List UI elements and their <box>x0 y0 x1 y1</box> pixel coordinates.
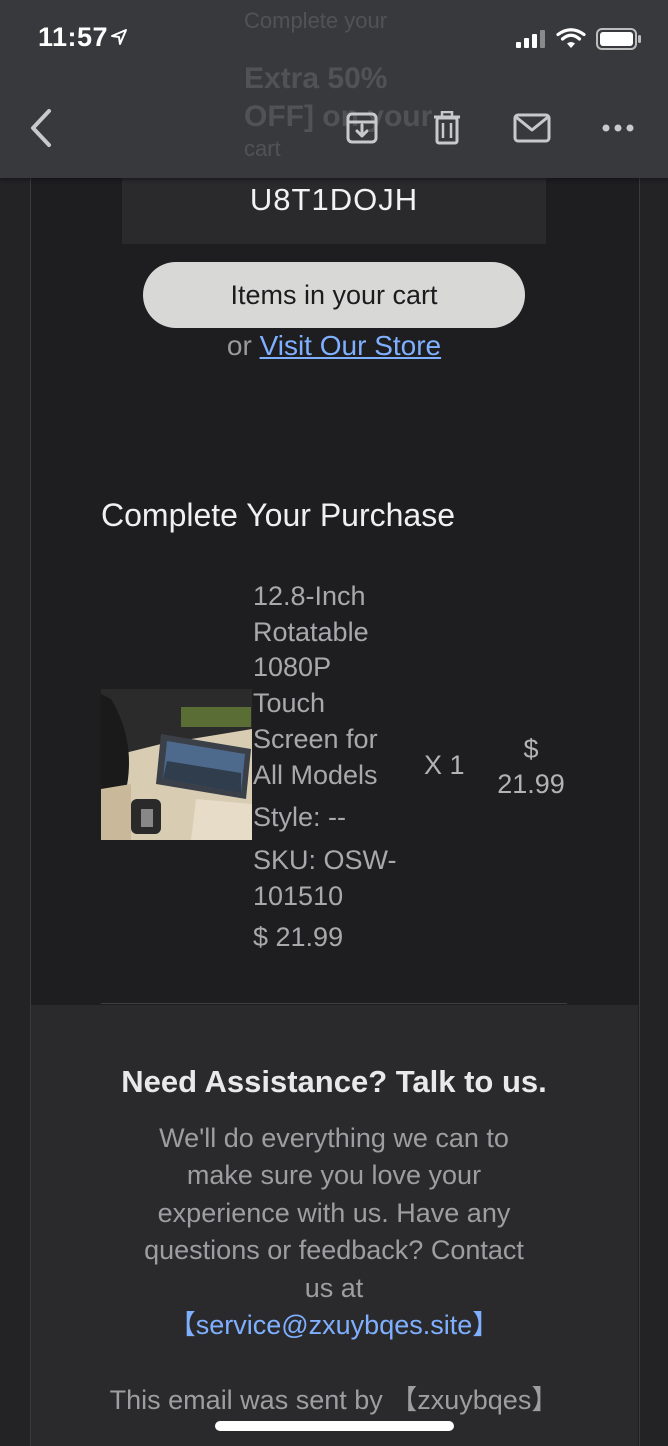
store-link-row: or Visit Our Store <box>0 330 668 362</box>
divider <box>101 1003 567 1004</box>
sent-by-text: This email was sent by 【zxuybqes】 <box>109 1385 559 1415</box>
battery-icon <box>596 28 641 50</box>
assistance-line: experience with us. Have any <box>157 1197 511 1228</box>
product-quantity: X 1 <box>424 750 465 780</box>
product-name[interactable]: 12.8-Inch Rotatable 1080P Touch Screen f… <box>253 579 423 793</box>
product-style: Style: -- <box>253 802 347 832</box>
ghost-subject-line: Extra 50% <box>244 62 388 95</box>
wifi-icon <box>556 28 586 48</box>
price-value: 21.99 <box>497 769 565 799</box>
product-unit-price: $ 21.99 <box>253 922 344 952</box>
more-options-button[interactable] <box>596 106 640 150</box>
product-image[interactable] <box>101 689 252 840</box>
assistance-line: questions or feedback? Contact <box>144 1235 524 1266</box>
or-text: or <box>226 330 252 361</box>
visit-store-link[interactable]: Visit Our Store <box>260 330 442 361</box>
trash-icon <box>434 111 460 145</box>
product-name-line: All Models <box>253 759 378 790</box>
support-email-link[interactable]: 【service@zxuybqes.site】 <box>110 1307 558 1344</box>
location-arrow-icon <box>111 29 127 45</box>
chevron-left-icon <box>31 109 51 147</box>
coupon-code: U8T1DOJH <box>249 182 419 217</box>
top-toolbar: Complete your Complete your Extra 50% OF… <box>0 0 668 178</box>
product-sku: SKU: OSW- 101510 <box>253 843 423 914</box>
product-name-line: Touch <box>253 688 326 719</box>
more-horizontal-icon <box>602 124 634 132</box>
section-title: Complete Your Purchase <box>101 497 455 533</box>
home-indicator[interactable] <box>215 1421 454 1431</box>
ghost-subject-line: Complete your <box>244 8 388 33</box>
sku-line: 101510 <box>253 880 344 911</box>
assistance-title: Need Assistance? Talk to us. <box>121 1064 547 1099</box>
assistance-body: We'll do everything we can to make sure … <box>110 1120 558 1344</box>
cellular-signal-icon <box>516 30 545 48</box>
items-in-cart-button[interactable]: Items in your cart <box>143 262 525 328</box>
product-name-line: Screen for <box>253 723 378 754</box>
price-currency: $ <box>523 734 539 764</box>
product-total-price: $ 21.99 <box>490 732 572 802</box>
delete-button[interactable] <box>425 106 469 150</box>
sku-line: SKU: OSW- <box>253 845 397 875</box>
product-name-line: 1080P <box>253 652 332 683</box>
assistance-line: We'll do everything we can to <box>159 1123 509 1153</box>
assistance-line: make sure you love your <box>186 1160 482 1191</box>
mail-icon <box>513 113 551 143</box>
status-time: 11:57 <box>38 22 109 52</box>
mark-unread-button[interactable] <box>510 106 554 150</box>
archive-icon <box>346 112 378 144</box>
product-name-line: 12.8-Inch <box>253 581 366 611</box>
assistance-line: us at <box>304 1272 364 1303</box>
status-icons <box>516 28 642 50</box>
product-name-line: Rotatable <box>253 616 369 647</box>
back-button[interactable] <box>18 106 62 150</box>
archive-button[interactable] <box>340 106 384 150</box>
